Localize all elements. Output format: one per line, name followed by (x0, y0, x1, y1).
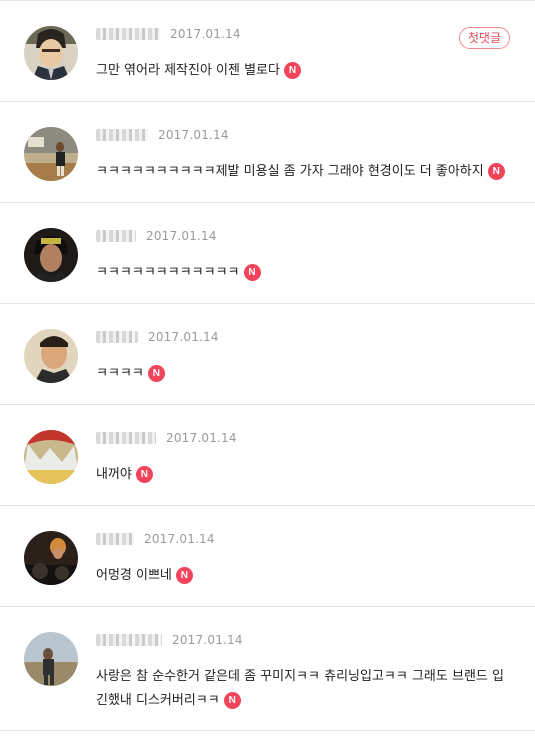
avatar[interactable] (24, 531, 78, 585)
comment-body: 내꺼야 (96, 467, 132, 482)
new-badge-icon: N (243, 264, 261, 281)
comment-body: 그만 엮어라 제작진아 이젠 별로다 (96, 63, 280, 78)
comment-date: 2017.01.14 (146, 229, 217, 243)
comment-text: ㅋㅋㅋㅋㅋㅋㅋㅋㅋㅋ제발 미용실 좀 가자 그래야 현경이도 더 좋아하지 N (96, 160, 509, 184)
new-badge-icon: N (147, 365, 165, 382)
comment-item: 2017.01.14 ㅋㅋㅋㅋㅋㅋㅋㅋㅋㅋ제발 미용실 좀 가자 그래야 현경이… (0, 102, 535, 203)
nickname-blurred[interactable] (96, 634, 162, 646)
new-badge-icon: N (283, 62, 301, 79)
comment-meta: 2017.01.14 (96, 631, 243, 649)
avatar[interactable] (24, 329, 78, 383)
comment-date: 2017.01.14 (172, 633, 243, 647)
comment-list: 2017.01.14 첫댓글 그만 엮어라 제작진아 이젠 별로다 N 2017.… (0, 0, 535, 731)
avatar[interactable] (24, 430, 78, 484)
comment-item: 2017.01.14 사랑은 참 순수한거 같은데 좀 꾸미지ㅋㅋ 츄리닝입고ㅋ… (0, 607, 535, 731)
comment-item: 2017.01.14 첫댓글 그만 엮어라 제작진아 이젠 별로다 N (0, 1, 535, 102)
comment-text: 사랑은 참 순수한거 같은데 좀 꾸미지ㅋㅋ 츄리닝입고ㅋㅋ 그래도 브랜드 입… (96, 665, 509, 713)
nickname-blurred[interactable] (96, 331, 138, 343)
first-comment-badge: 첫댓글 (458, 27, 510, 49)
nickname-blurred[interactable] (96, 129, 148, 141)
comment-body: ㅋㅋㅋㅋ (96, 366, 144, 381)
avatar[interactable] (24, 228, 78, 282)
comment-date: 2017.01.14 (144, 532, 215, 546)
comment-text: 그만 엮어라 제작진아 이젠 별로다 N (96, 59, 509, 83)
new-badge-icon: N (223, 692, 241, 709)
comment-date: 2017.01.14 (170, 27, 241, 41)
comment-text: 내꺼야 N (96, 463, 509, 487)
comment-text: ㅋㅋㅋㅋ N (96, 362, 509, 386)
comment-body: 사랑은 참 순수한거 같은데 좀 꾸미지ㅋㅋ 츄리닝입고ㅋㅋ 그래도 브랜드 입… (96, 669, 504, 708)
comment-meta: 2017.01.14 (96, 328, 219, 346)
comment-date: 2017.01.14 (148, 330, 219, 344)
comment-date: 2017.01.14 (158, 128, 229, 142)
comment-body: ㅋㅋㅋㅋㅋㅋㅋㅋㅋㅋㅋㅋ (96, 265, 240, 280)
nickname-blurred[interactable] (96, 230, 136, 242)
comment-item: 2017.01.14 ㅋㅋㅋㅋㅋㅋㅋㅋㅋㅋㅋㅋ N (0, 203, 535, 304)
new-badge-icon: N (487, 163, 505, 180)
comment-item: 2017.01.14 어멍경 이쁘네 N (0, 506, 535, 607)
comment-text: 어멍경 이쁘네 N (96, 564, 509, 588)
avatar[interactable] (24, 632, 78, 686)
nickname-blurred[interactable] (96, 28, 160, 40)
new-badge-icon: N (135, 466, 153, 483)
comment-item: 2017.01.14 ㅋㅋㅋㅋ N (0, 304, 535, 405)
nickname-blurred[interactable] (96, 533, 134, 545)
comment-body: ㅋㅋㅋㅋㅋㅋㅋㅋㅋㅋ제발 미용실 좀 가자 그래야 현경이도 더 좋아하지 (96, 164, 484, 179)
comment-meta: 2017.01.14 (96, 126, 229, 144)
new-badge-icon: N (175, 567, 193, 584)
comment-body: 어멍경 이쁘네 (96, 568, 172, 583)
comment-meta: 2017.01.14 (96, 25, 241, 43)
comment-meta: 2017.01.14 (96, 429, 237, 447)
comment-date: 2017.01.14 (166, 431, 237, 445)
comment-meta: 2017.01.14 (96, 227, 217, 245)
comment-text: ㅋㅋㅋㅋㅋㅋㅋㅋㅋㅋㅋㅋ N (96, 261, 509, 285)
avatar[interactable] (24, 127, 78, 181)
nickname-blurred[interactable] (96, 432, 156, 444)
comment-item: 2017.01.14 내꺼야 N (0, 405, 535, 506)
comment-meta: 2017.01.14 (96, 530, 215, 548)
avatar[interactable] (24, 26, 78, 80)
